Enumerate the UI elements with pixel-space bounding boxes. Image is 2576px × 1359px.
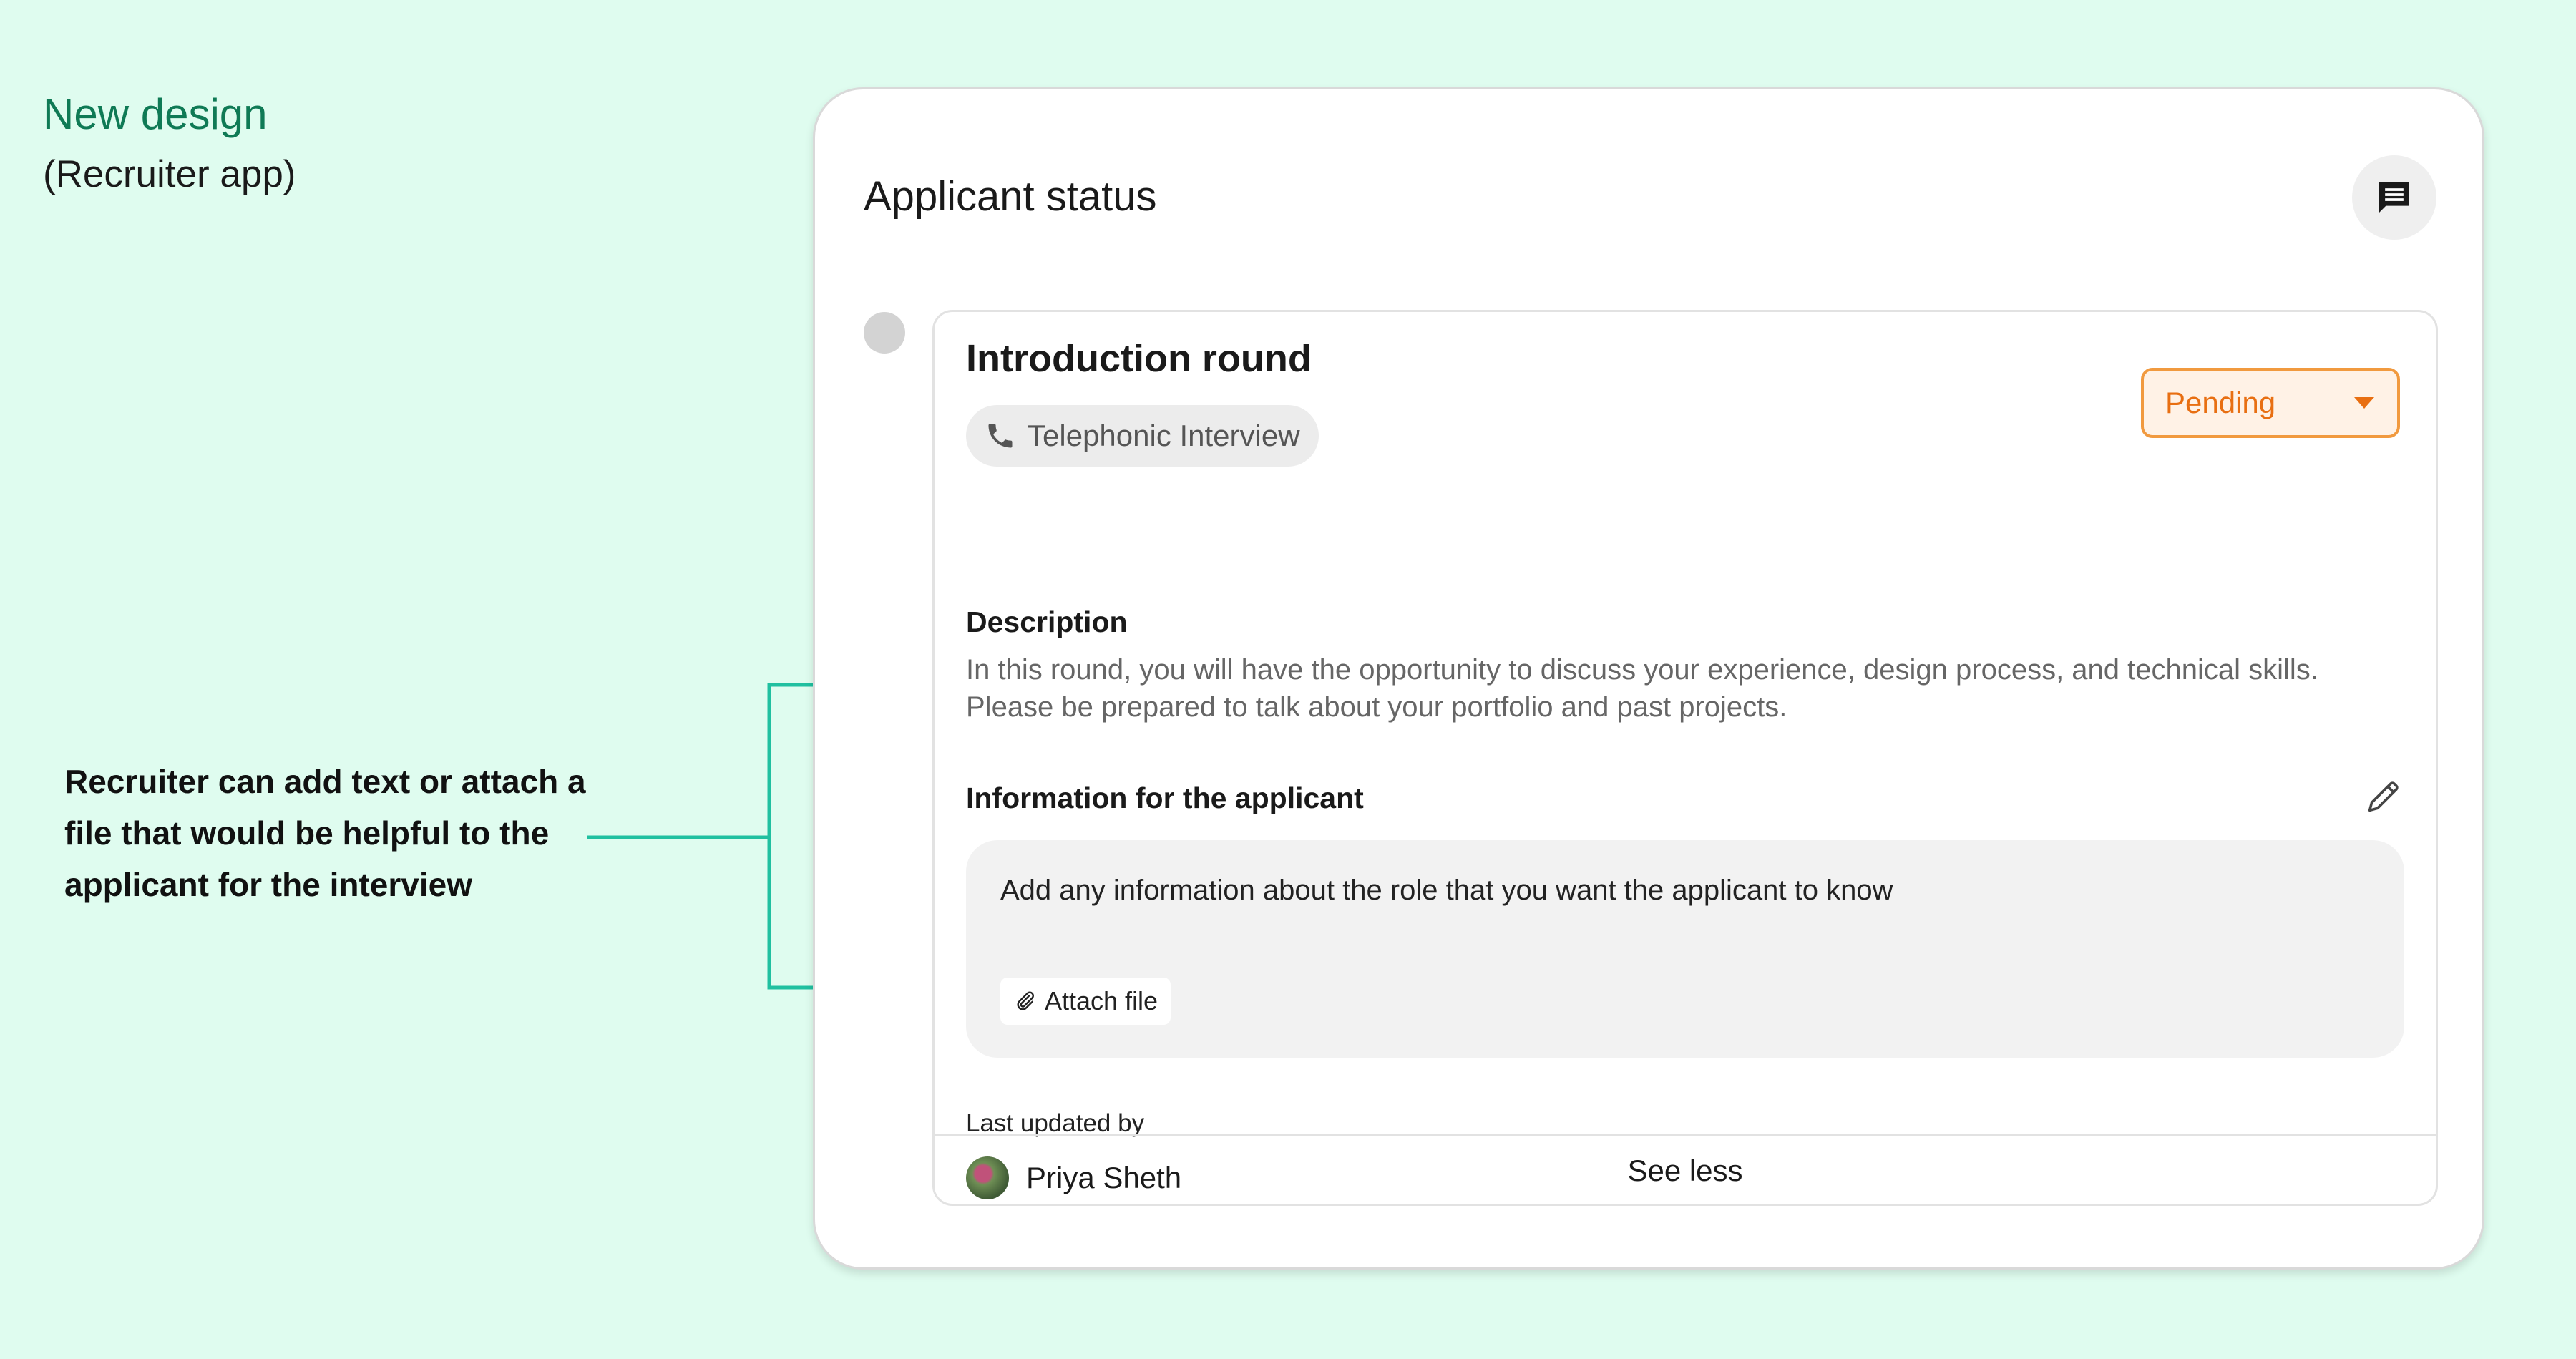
see-less-button[interactable]: See less <box>935 1134 2436 1205</box>
info-placeholder: Add any information about the role that … <box>1000 875 1893 906</box>
timeline-dot <box>864 312 905 354</box>
info-input[interactable]: Add any information about the role that … <box>966 840 2404 1058</box>
phone-icon <box>988 424 1013 448</box>
status-value: Pending <box>2165 386 2276 419</box>
round-title: Introduction round <box>966 337 1312 380</box>
edit-button[interactable] <box>2363 776 2404 817</box>
info-label: Information for the applicant <box>966 781 1364 814</box>
interview-type-label: Telephonic Interview <box>1028 419 1300 452</box>
chat-button[interactable] <box>2352 155 2436 240</box>
attach-file-label: Attach file <box>1045 986 1158 1015</box>
interview-type-chip: Telephonic Interview <box>966 405 1319 467</box>
status-dropdown[interactable]: Pending <box>2141 368 2400 438</box>
paperclip-icon <box>1017 991 1034 1010</box>
caret-down-icon <box>2354 397 2374 409</box>
description-label: Description <box>966 605 1128 638</box>
card-title: Applicant status <box>864 173 1157 220</box>
attach-file-button[interactable]: Attach file <box>1000 978 1171 1025</box>
round-panel: Introduction round Telephonic Interview … <box>932 310 2438 1206</box>
chat-icon <box>2379 182 2409 213</box>
description-text: In this round, you will have the opportu… <box>966 654 2318 723</box>
applicant-status-card: Applicant status Introduction round Tele… <box>813 87 2484 1270</box>
pencil-icon <box>2368 781 2399 812</box>
